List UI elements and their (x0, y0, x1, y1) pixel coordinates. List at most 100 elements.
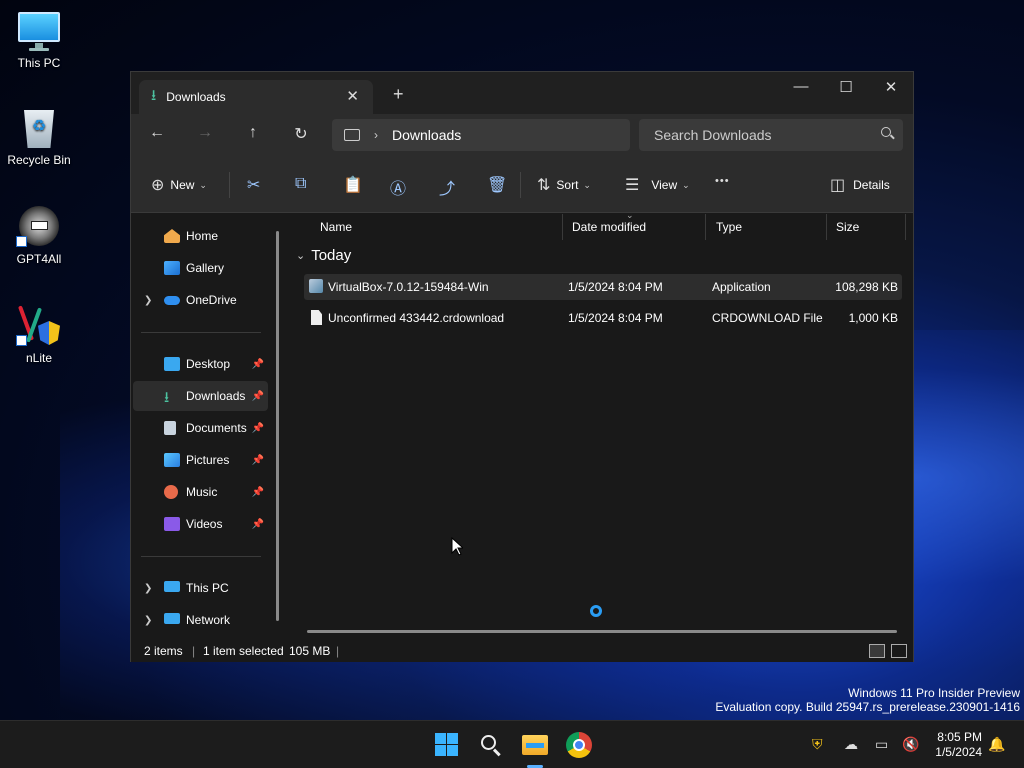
column-header-type[interactable]: Type (706, 214, 827, 240)
column-header-date-modified[interactable]: Date modified ⌄ (562, 210, 706, 240)
volume-muted-icon[interactable]: 🔇 (902, 736, 919, 753)
copy-icon[interactable]: ⧉ (295, 175, 306, 193)
desktop-icon-label: nLite (25, 351, 53, 365)
file-type: CRDOWNLOAD File (712, 311, 823, 325)
sidebar-scrollbar[interactable] (276, 231, 279, 621)
mouse-cursor-icon (451, 537, 463, 556)
pin-icon[interactable]: 📌 (252, 391, 264, 402)
onedrive-offline-icon[interactable]: ☁ (844, 736, 858, 753)
details-label: Details (853, 178, 890, 192)
sidebar-item-music[interactable]: Music 📌 (133, 477, 268, 507)
pin-icon[interactable]: 📌 (252, 359, 264, 370)
breadcrumb-downloads[interactable]: Downloads (392, 127, 461, 143)
sidebar-item-videos[interactable]: Videos 📌 (133, 509, 268, 539)
installer-icon (309, 279, 323, 293)
delete-icon[interactable]: 🗑 (487, 175, 507, 195)
sidebar-item-home[interactable]: Home (133, 221, 268, 251)
desktop-icon-recycle-bin[interactable]: ♻ Recycle Bin (1, 107, 77, 167)
rename-icon[interactable]: Ⓐ (390, 175, 406, 199)
new-tab-button[interactable]: + (393, 84, 404, 105)
notification-bell-icon[interactable]: 🔔 (988, 736, 1005, 753)
column-header-name[interactable]: Name (310, 214, 563, 240)
chevron-down-icon: ⌄ (199, 179, 207, 190)
minimize-button[interactable]: — (786, 78, 816, 95)
cut-icon[interactable]: ✂ (247, 175, 260, 195)
breadcrumb-chevron-icon[interactable]: › (374, 128, 378, 142)
search-icon (881, 127, 891, 137)
status-divider: | (192, 644, 196, 658)
start-icon[interactable] (433, 731, 461, 759)
sidebar-item-onedrive[interactable]: ❯ OneDrive (133, 285, 268, 315)
title-bar: ⭳ Downloads ✕ + — ☐ ✕ (131, 72, 913, 114)
chevron-right-icon[interactable]: ❯ (144, 295, 152, 306)
close-tab-icon[interactable]: ✕ (346, 87, 359, 105)
refresh-button[interactable]: ↻ (289, 124, 313, 144)
search-input[interactable]: Search Downloads (639, 119, 903, 151)
chevron-right-icon[interactable]: ❯ (144, 583, 152, 594)
desktop-icon-label: Recycle Bin (7, 153, 71, 167)
details-button[interactable]: ◫ Details (830, 175, 890, 195)
network-monitor-icon[interactable]: ▭ (875, 736, 888, 753)
onedrive-icon (164, 296, 180, 305)
search-icon[interactable] (477, 731, 505, 759)
close-button[interactable]: ✕ (876, 78, 906, 96)
security-shield-icon[interactable]: ⛨ (812, 736, 823, 753)
sidebar-item-label: Desktop (186, 357, 231, 371)
horizontal-scrollbar[interactable] (307, 630, 897, 633)
sort-chevron-icon: ⌄ (626, 210, 634, 220)
tab-downloads[interactable]: ⭳ Downloads ✕ (139, 80, 373, 114)
gpt4all-icon (16, 206, 60, 248)
view-icon: ☰ (625, 177, 640, 194)
clock[interactable]: 8:05 PM 1/5/2024 (922, 730, 982, 760)
file-explorer-icon[interactable] (521, 731, 549, 768)
pin-icon[interactable]: 📌 (252, 455, 264, 466)
up-button[interactable]: ↑ (241, 124, 265, 142)
more-options-icon[interactable]: ••• (715, 175, 730, 187)
music-folder-icon (164, 485, 178, 499)
pin-icon[interactable]: 📌 (252, 519, 264, 530)
paste-icon[interactable]: 📋 (343, 175, 363, 195)
forward-button[interactable]: → (193, 124, 217, 142)
desktop-icon-nlite[interactable]: nLite (1, 305, 77, 365)
details-view-icon[interactable] (869, 644, 885, 658)
group-header-today[interactable]: ⌄ Today (296, 247, 351, 264)
view-button[interactable]: ☰ View ⌄ (625, 175, 690, 195)
pictures-folder-icon (164, 453, 180, 467)
this-pc-breadcrumb-icon[interactable] (344, 129, 360, 141)
file-icon (311, 310, 322, 325)
toolbar-divider (520, 172, 521, 198)
back-button[interactable]: ← (145, 124, 169, 142)
documents-folder-icon (164, 421, 176, 435)
sidebar-item-network[interactable]: ❯ Network (133, 605, 268, 635)
sort-button[interactable]: ⇅ Sort ⌄ (537, 175, 591, 195)
sidebar-item-gallery[interactable]: Gallery (133, 253, 268, 283)
pin-icon[interactable]: 📌 (252, 487, 264, 498)
sidebar-item-pictures[interactable]: Pictures 📌 (133, 445, 268, 475)
pin-icon[interactable]: 📌 (252, 423, 264, 434)
address-bar[interactable]: › Downloads (332, 119, 630, 151)
chrome-icon[interactable] (565, 731, 593, 759)
sidebar-item-label: Music (186, 485, 218, 499)
downloads-folder-icon: ⭳ (164, 389, 170, 406)
desktop-icon-gpt4all[interactable]: GPT4All (1, 206, 77, 266)
status-bar: 2 items | 1 item selected 105 MB | (131, 638, 913, 662)
share-icon[interactable]: ⤴ (439, 175, 455, 199)
column-header-size[interactable]: Size (826, 214, 906, 240)
sidebar-item-label: Documents (186, 421, 247, 435)
command-bar: ⊕ New ⌄ ✂ ⧉ 📋 Ⓐ ⤴ 🗑 ⇅ Sort ⌄ ☰ View ⌄ ••… (131, 156, 913, 213)
file-row[interactable]: Unconfirmed 433442.crdownload 1/5/2024 8… (304, 305, 902, 331)
file-type: Application (712, 280, 771, 294)
large-icons-view-icon[interactable] (891, 644, 907, 658)
sidebar-item-label: Gallery (186, 261, 225, 275)
sidebar-item-downloads[interactable]: ⭳ Downloads 📌 (133, 381, 268, 411)
sidebar-item-this-pc[interactable]: ❯ This PC (133, 573, 268, 603)
file-row[interactable]: VirtualBox-7.0.12-159484-Win 1/5/2024 8:… (304, 274, 902, 300)
sidebar-item-desktop[interactable]: Desktop 📌 (133, 349, 268, 379)
sidebar-item-documents[interactable]: Documents 📌 (133, 413, 268, 443)
desktop-icon-this-pc[interactable]: This PC (1, 10, 77, 70)
maximize-button[interactable]: ☐ (831, 78, 861, 96)
watermark-edition: Windows 11 Pro Insider Preview (848, 686, 1020, 700)
watermark-build: Evaluation copy. Build 25947.rs_prerelea… (715, 700, 1020, 714)
chevron-right-icon[interactable]: ❯ (144, 615, 152, 626)
new-button[interactable]: ⊕ New ⌄ (151, 175, 207, 195)
